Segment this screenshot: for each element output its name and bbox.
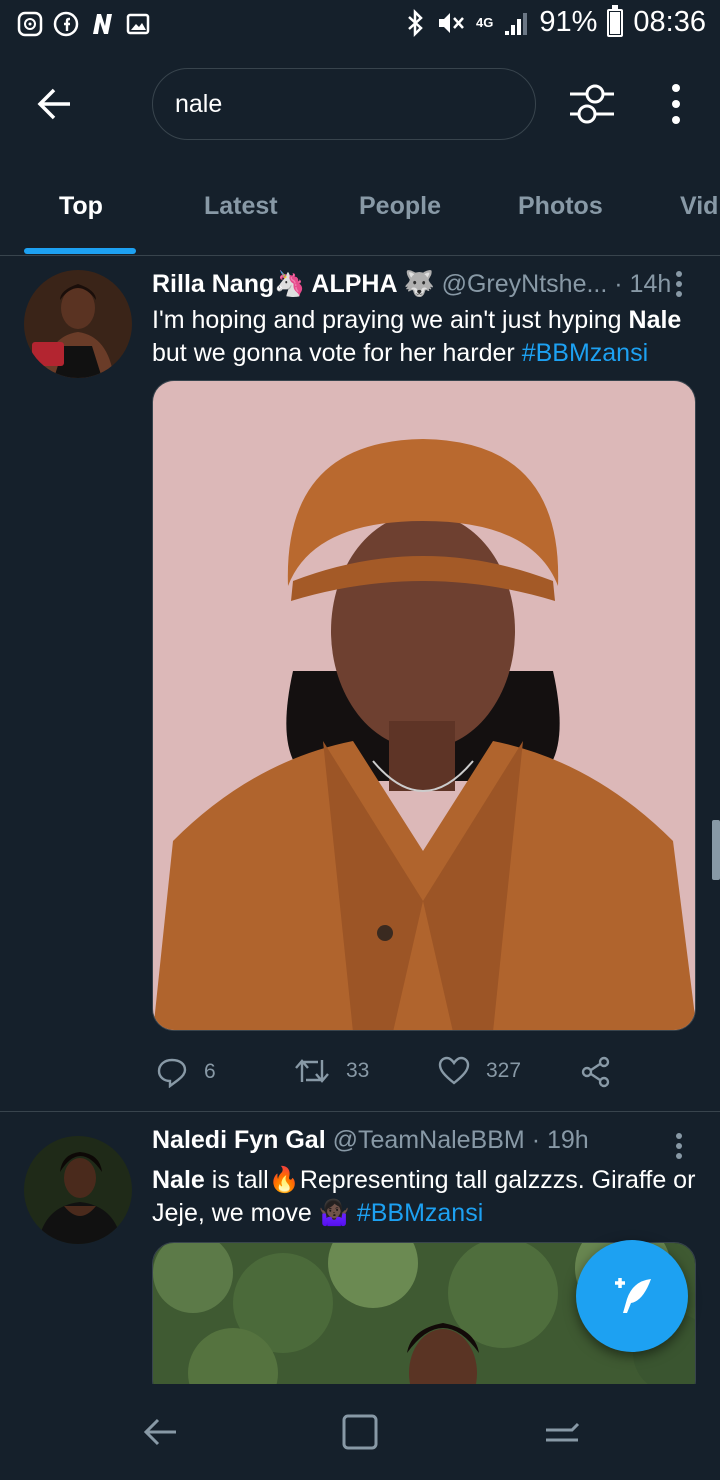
compose-tweet-button[interactable] [576, 1240, 688, 1352]
search-header: nale [0, 60, 720, 150]
system-home-button[interactable] [340, 1412, 380, 1452]
avatar[interactable] [24, 1136, 132, 1244]
tweet-header: Rilla Nang🦄 ALPHA 🐺 @GreyNtshe... · 14h [152, 270, 672, 299]
author-handle[interactable]: @GreyNtshe... [442, 270, 608, 298]
clock: 08:36 [633, 6, 706, 38]
signal-icon [505, 12, 528, 35]
back-arrow-icon [143, 1418, 176, 1446]
retweet-icon [295, 1059, 329, 1083]
gallery-icon [124, 10, 152, 38]
more-vertical-icon [676, 271, 682, 297]
tweet-text-part: but we gonna vote for her harder [152, 339, 522, 367]
battery-level [610, 11, 621, 34]
retweet-count: 33 [346, 1059, 370, 1082]
tweet[interactable]: Rilla Nang🦄 ALPHA 🐺 @GreyNtshe... · 14h … [0, 256, 720, 1112]
author-name[interactable]: Rilla Nang🦄 ALPHA 🐺 [152, 270, 435, 298]
back-button[interactable] [32, 82, 80, 126]
notification-icons [16, 10, 152, 38]
recents-icon [546, 1422, 580, 1442]
tab-people[interactable]: People [359, 192, 441, 221]
system-nav-bar [0, 1384, 720, 1480]
tweet-options-button[interactable] [674, 1132, 684, 1162]
hashtag-link[interactable]: #BBMzansi [522, 339, 648, 367]
tweet-photo[interactable] [152, 380, 696, 1031]
tweet-text: I'm hoping and praying we ain't just hyp… [152, 304, 702, 370]
search-input[interactable]: nale [152, 68, 536, 140]
author-handle[interactable]: @TeamNaleBBM [333, 1126, 525, 1154]
avatar[interactable] [24, 270, 132, 378]
search-match: Nale [628, 306, 682, 334]
battery-percent: 91% [539, 6, 598, 38]
search-match: Nale [152, 1166, 205, 1194]
system-recents-button[interactable] [542, 1412, 582, 1452]
retweet-button[interactable]: 33 [294, 1056, 369, 1086]
system-back-button[interactable] [140, 1412, 180, 1452]
battery-icon [607, 4, 624, 37]
netflix-icon [88, 10, 116, 38]
tweet-actions: 6 33 327 [152, 1056, 692, 1096]
status-bar: 4G 91% 08:36 [0, 0, 720, 50]
reply-button[interactable]: 6 [156, 1056, 216, 1088]
tweet-text-part: I'm hoping and praying we ain't just hyp… [152, 306, 629, 334]
more-vertical-icon [676, 1133, 682, 1159]
tweet-time: · 19h [531, 1126, 589, 1154]
active-tab-indicator [24, 248, 136, 254]
like-count: 327 [486, 1059, 522, 1082]
tab-latest[interactable]: Latest [204, 192, 278, 221]
compose-feather-icon [615, 1278, 651, 1313]
music-app-icon [16, 10, 44, 38]
tab-top[interactable]: Top [59, 192, 103, 221]
search-tabs: Top Latest People Photos Vid [0, 168, 720, 256]
scrollbar[interactable] [712, 820, 720, 880]
share-icon [581, 1056, 610, 1088]
reply-icon [157, 1058, 187, 1088]
tweet-header: Naledi Fyn Gal @TeamNaleBBM · 19h [152, 1126, 672, 1155]
search-query: nale [175, 89, 223, 118]
tweet-time: · 14h [614, 270, 672, 298]
reply-count: 6 [204, 1060, 216, 1083]
mute-icon [439, 12, 464, 33]
search-filter-button[interactable] [566, 80, 618, 128]
sliders-icon [570, 84, 614, 124]
arrow-left-icon [37, 88, 70, 120]
facebook-icon [52, 10, 80, 38]
system-status: 4G 91% 08:36 [406, 4, 706, 39]
network-type: 4G [476, 14, 494, 30]
like-button[interactable]: 327 [438, 1056, 521, 1086]
tab-videos[interactable]: Vid [680, 192, 718, 221]
hashtag-link[interactable]: #BBMzansi [357, 1199, 483, 1227]
author-name[interactable]: Naledi Fyn Gal [152, 1126, 326, 1154]
overflow-menu-button[interactable] [662, 80, 690, 128]
tweet-options-button[interactable] [674, 270, 684, 300]
bluetooth-icon [408, 8, 423, 37]
more-vertical-icon [672, 84, 680, 124]
heart-icon [438, 1056, 470, 1085]
share-button[interactable] [580, 1056, 612, 1088]
home-square-icon [342, 1414, 378, 1450]
tab-photos[interactable]: Photos [518, 192, 603, 221]
tweet-text: Nale is tall🔥Representing tall galzzzs. … [152, 1164, 702, 1230]
